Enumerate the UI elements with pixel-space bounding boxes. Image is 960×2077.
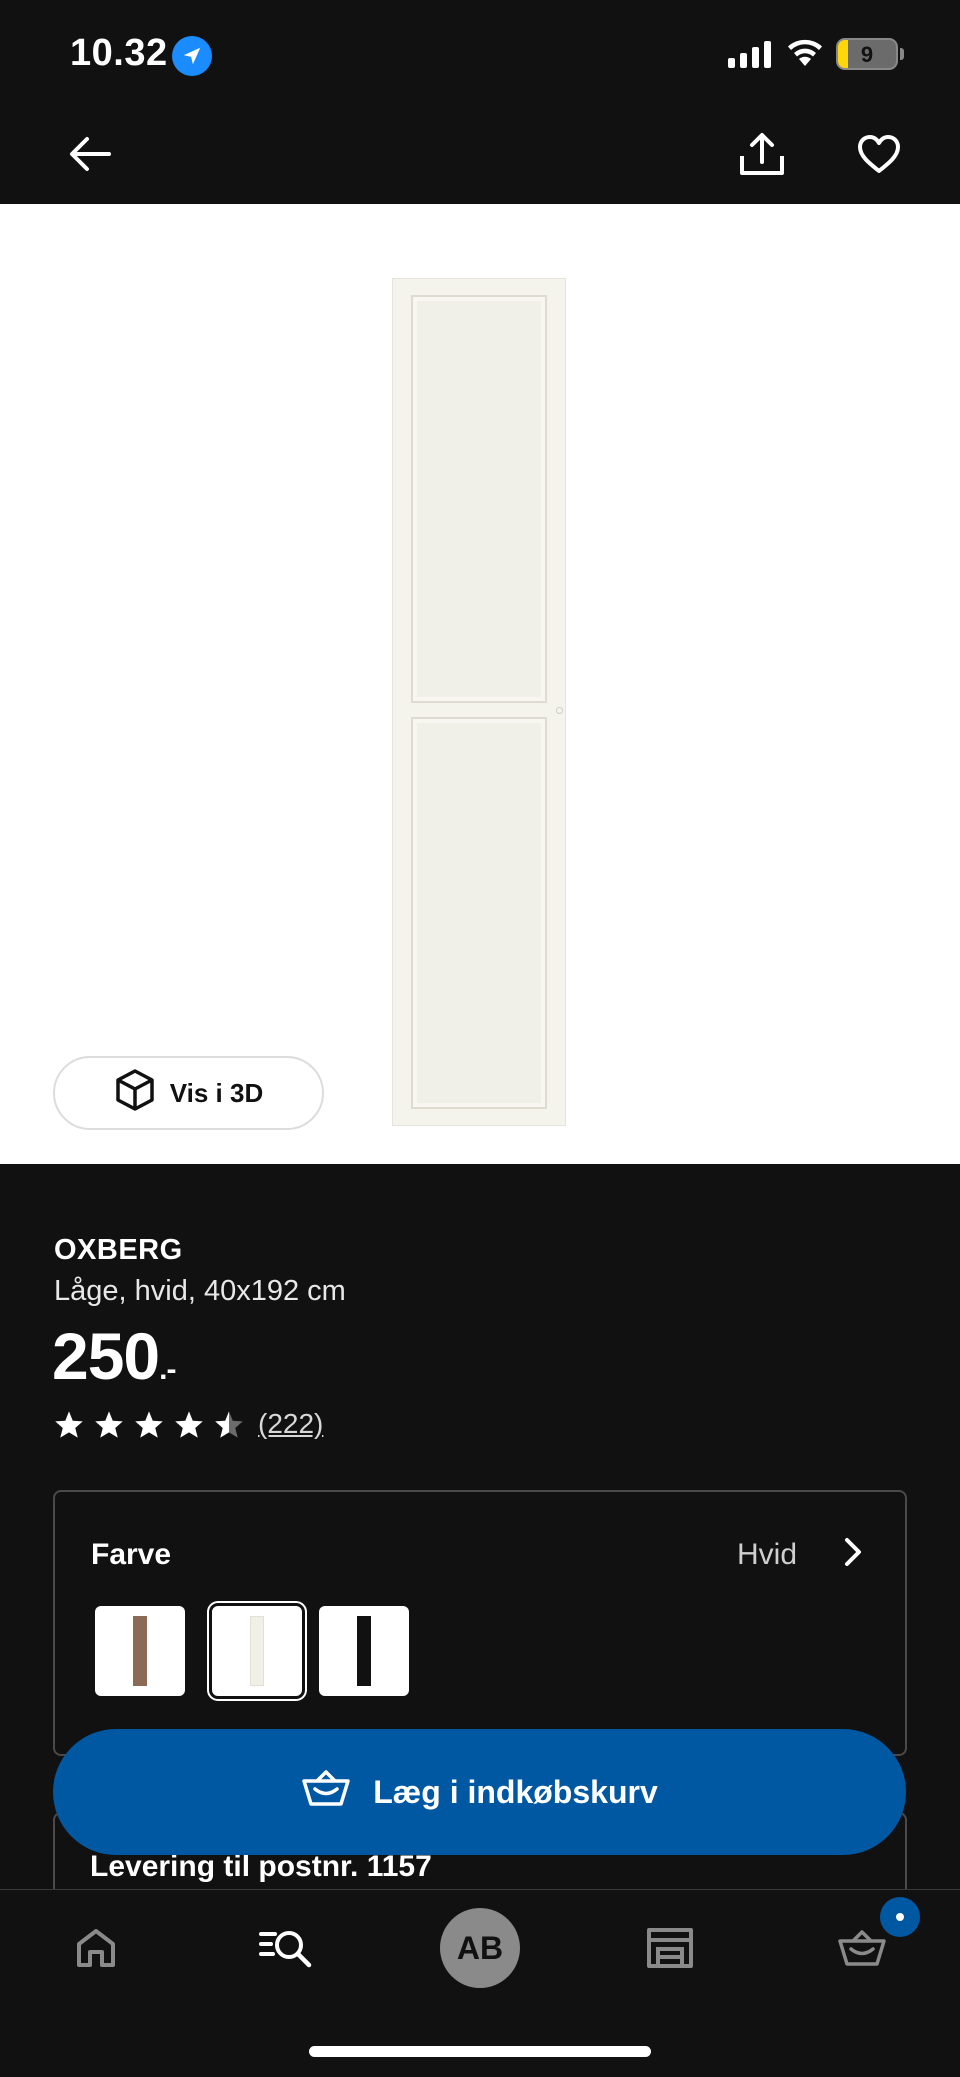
swatch-color (357, 1616, 371, 1686)
star-icon (135, 1410, 163, 1438)
color-swatch-white[interactable] (209, 1603, 305, 1699)
battery-cap (900, 48, 904, 60)
rating-stars (54, 1410, 244, 1439)
delivery-label: Levering til postnr. 1157 (90, 1850, 432, 1883)
location-arrow-icon (172, 36, 212, 76)
color-label: Farve (91, 1538, 172, 1571)
nav-bar (0, 110, 960, 204)
product-photo (392, 278, 566, 1126)
product-brand: OXBERG (54, 1234, 183, 1266)
tab-stores[interactable] (630, 1910, 710, 1990)
home-indicator[interactable] (309, 2046, 651, 2057)
star-icon (55, 1410, 83, 1438)
review-count-link[interactable]: (222) (258, 1408, 323, 1440)
store-icon (646, 1927, 694, 1974)
rating: (222) (54, 1408, 323, 1440)
half-star-icon (215, 1410, 243, 1438)
share-icon (738, 132, 786, 181)
tab-home[interactable] (56, 1910, 136, 1990)
battery-level: 9 (860, 42, 874, 67)
cart-badge-dot (896, 1913, 904, 1921)
star-icon (95, 1410, 123, 1438)
chevron-right-icon (842, 1537, 864, 1572)
back-button[interactable] (62, 128, 118, 184)
swatch-color (250, 1616, 264, 1686)
selected-color-value: Hvid (736, 1538, 797, 1571)
battery-icon: 9 (836, 38, 898, 70)
basket-icon (837, 1928, 887, 1973)
wifi-icon (786, 36, 824, 73)
color-selector[interactable]: Farve Hvid (53, 1490, 907, 1756)
price-suffix: .- (159, 1353, 176, 1386)
product-price: 250.- (52, 1318, 176, 1394)
color-expand-button[interactable] (831, 1532, 875, 1576)
cart-badge (880, 1897, 920, 1937)
back-arrow-icon (69, 136, 111, 177)
color-swatch-walnut[interactable] (95, 1606, 185, 1696)
home-icon (75, 1928, 117, 1973)
color-swatch-black[interactable] (319, 1606, 409, 1696)
avatar-initials: AB (456, 1929, 504, 1966)
status-time: 10.32 (70, 32, 168, 74)
view-in-3d-label: Vis i 3D (169, 1077, 264, 1108)
view-in-3d-button[interactable]: Vis i 3D (53, 1056, 324, 1130)
star-icon (175, 1410, 203, 1438)
door-panel-bottom (411, 717, 547, 1109)
door-knob (556, 707, 563, 714)
status-bar: 10.32 9 (0, 0, 960, 110)
cellular-signal-icon (728, 40, 771, 68)
cube-icon (114, 1068, 156, 1119)
tab-search[interactable] (246, 1910, 326, 1990)
heart-icon (857, 134, 901, 179)
swatch-color (133, 1616, 147, 1686)
product-image[interactable]: Vis i 3D (0, 204, 960, 1164)
add-to-cart-button[interactable]: Læg i indkøbskurv (53, 1729, 906, 1855)
share-button[interactable] (734, 128, 790, 184)
favorite-button[interactable] (851, 128, 907, 184)
search-icon (259, 1928, 313, 1973)
price-value: 250 (52, 1319, 160, 1393)
door-panel-top (411, 295, 547, 703)
tab-profile-avatar[interactable]: AB (440, 1908, 520, 1988)
basket-icon (301, 1769, 351, 1815)
product-description: Låge, hvid, 40x192 cm (54, 1275, 346, 1307)
add-to-cart-label: Læg i indkøbskurv (373, 1773, 658, 1810)
